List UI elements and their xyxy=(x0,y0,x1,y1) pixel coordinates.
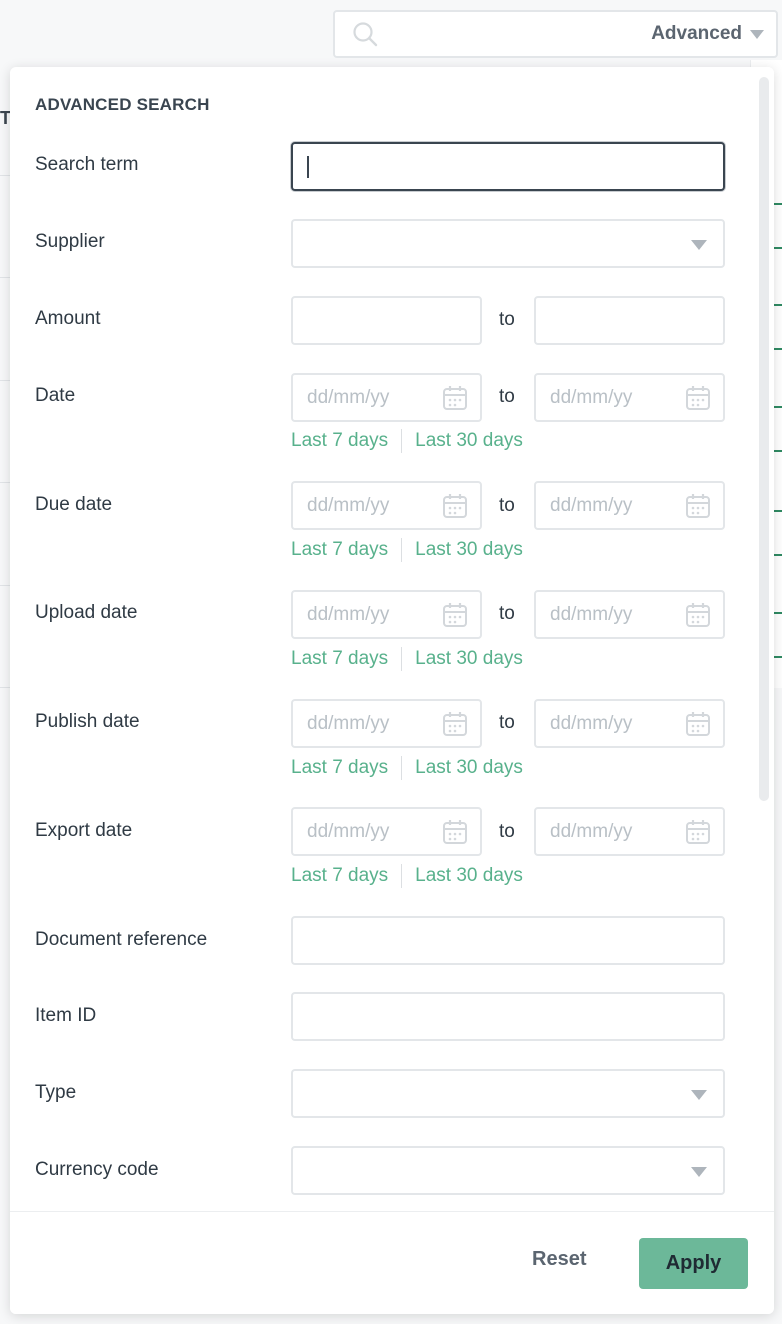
calendar-icon[interactable] xyxy=(442,602,468,628)
calendar-icon[interactable] xyxy=(685,711,711,737)
document-reference-label: Document reference xyxy=(35,929,208,950)
calendar-icon[interactable] xyxy=(685,385,711,411)
date-from-input[interactable]: dd/mm/yy xyxy=(291,373,482,422)
last-30-days-link[interactable]: Last 30 days xyxy=(415,757,523,779)
currency-code-label: Currency code xyxy=(35,1159,159,1180)
quick-range-divider xyxy=(401,429,403,453)
last-7-days-link[interactable]: Last 7 days xyxy=(291,865,388,887)
panel-title: ADVANCED SEARCH xyxy=(35,95,210,114)
last-30-days-link[interactable]: Last 30 days xyxy=(415,648,523,670)
currency-code-select[interactable] xyxy=(291,1146,725,1195)
export-date-label: Export date xyxy=(35,820,133,841)
publish-date-quick-ranges: Last 7 days Last 30 days xyxy=(291,756,523,780)
publish-date-to-label: to xyxy=(499,712,515,733)
due-date-from-input[interactable]: dd/mm/yy xyxy=(291,481,482,530)
document-reference-input[interactable] xyxy=(291,916,725,965)
quick-range-divider xyxy=(401,647,403,671)
advanced-search-toggle[interactable]: Advanced xyxy=(651,23,764,45)
scrollbar-thumb[interactable] xyxy=(759,77,769,801)
export-date-to-label: to xyxy=(499,821,515,842)
date-placeholder: dd/mm/yy xyxy=(550,713,633,734)
apply-button[interactable]: Apply xyxy=(639,1238,748,1289)
date-placeholder: dd/mm/yy xyxy=(550,821,633,842)
last-30-days-link[interactable]: Last 30 days xyxy=(415,539,523,561)
calendar-icon[interactable] xyxy=(442,493,468,519)
last-30-days-link[interactable]: Last 30 days xyxy=(415,865,523,887)
export-date-from-input[interactable]: dd/mm/yy xyxy=(291,807,482,856)
calendar-icon[interactable] xyxy=(442,385,468,411)
publish-date-to-input[interactable]: dd/mm/yy xyxy=(534,699,725,748)
due-date-quick-ranges: Last 7 days Last 30 days xyxy=(291,538,523,562)
calendar-icon[interactable] xyxy=(685,819,711,845)
type-select[interactable] xyxy=(291,1069,725,1118)
supplier-select[interactable] xyxy=(291,219,725,268)
calendar-icon[interactable] xyxy=(442,711,468,737)
upload-date-to-input[interactable]: dd/mm/yy xyxy=(534,590,725,639)
date-placeholder: dd/mm/yy xyxy=(307,713,390,734)
chevron-down-icon xyxy=(691,1167,707,1177)
amount-to-input[interactable] xyxy=(534,296,725,345)
amount-label: Amount xyxy=(35,308,101,329)
upload-date-quick-ranges: Last 7 days Last 30 days xyxy=(291,647,523,671)
last-30-days-link[interactable]: Last 30 days xyxy=(415,430,523,452)
chevron-down-icon xyxy=(750,29,764,39)
calendar-icon[interactable] xyxy=(685,493,711,519)
last-7-days-link[interactable]: Last 7 days xyxy=(291,648,388,670)
search-term-label: Search term xyxy=(35,154,139,175)
quick-range-divider xyxy=(401,864,403,888)
last-7-days-link[interactable]: Last 7 days xyxy=(291,430,388,452)
amount-from-input[interactable] xyxy=(291,296,482,345)
date-to-input[interactable]: dd/mm/yy xyxy=(534,373,725,422)
advanced-toggle-label: Advanced xyxy=(651,23,742,44)
chevron-down-icon xyxy=(691,1090,707,1100)
quick-range-divider xyxy=(401,756,403,780)
publish-date-from-input[interactable]: dd/mm/yy xyxy=(291,699,482,748)
date-label: Date xyxy=(35,385,76,406)
item-id-input[interactable] xyxy=(291,992,725,1041)
advanced-search-panel: ADVANCED SEARCH Search term Supplier Amo… xyxy=(10,67,774,1314)
chevron-down-icon xyxy=(691,240,707,250)
calendar-icon[interactable] xyxy=(442,819,468,845)
search-term-input[interactable] xyxy=(291,142,725,191)
date-placeholder: dd/mm/yy xyxy=(307,495,390,516)
date-placeholder: dd/mm/yy xyxy=(307,604,390,625)
panel-footer: Reset Apply xyxy=(10,1211,774,1314)
export-date-to-input[interactable]: dd/mm/yy xyxy=(534,807,725,856)
amount-to-label: to xyxy=(499,309,515,330)
last-7-days-link[interactable]: Last 7 days xyxy=(291,539,388,561)
date-placeholder: dd/mm/yy xyxy=(307,387,390,408)
date-to-label: to xyxy=(499,386,515,407)
due-date-label: Due date xyxy=(35,494,113,515)
publish-date-label: Publish date xyxy=(35,711,140,732)
upload-date-from-input[interactable]: dd/mm/yy xyxy=(291,590,482,639)
quick-range-divider xyxy=(401,538,403,562)
date-quick-ranges: Last 7 days Last 30 days xyxy=(291,429,523,453)
upload-date-label: Upload date xyxy=(35,602,138,623)
type-label: Type xyxy=(35,1082,77,1103)
due-date-to-input[interactable]: dd/mm/yy xyxy=(534,481,725,530)
last-7-days-link[interactable]: Last 7 days xyxy=(291,757,388,779)
date-placeholder: dd/mm/yy xyxy=(550,604,633,625)
search-icon xyxy=(353,22,378,47)
search-bar[interactable]: Advanced xyxy=(333,10,778,58)
background-table-header-fragment: T xyxy=(0,108,10,128)
item-id-label: Item ID xyxy=(35,1005,97,1026)
calendar-icon[interactable] xyxy=(685,602,711,628)
upload-date-to-label: to xyxy=(499,603,515,624)
supplier-label: Supplier xyxy=(35,231,105,252)
date-placeholder: dd/mm/yy xyxy=(307,821,390,842)
reset-button[interactable]: Reset xyxy=(532,1248,586,1271)
due-date-to-label: to xyxy=(499,495,515,516)
export-date-quick-ranges: Last 7 days Last 30 days xyxy=(291,864,523,888)
date-placeholder: dd/mm/yy xyxy=(550,387,633,408)
text-caret xyxy=(307,156,309,178)
date-placeholder: dd/mm/yy xyxy=(550,495,633,516)
